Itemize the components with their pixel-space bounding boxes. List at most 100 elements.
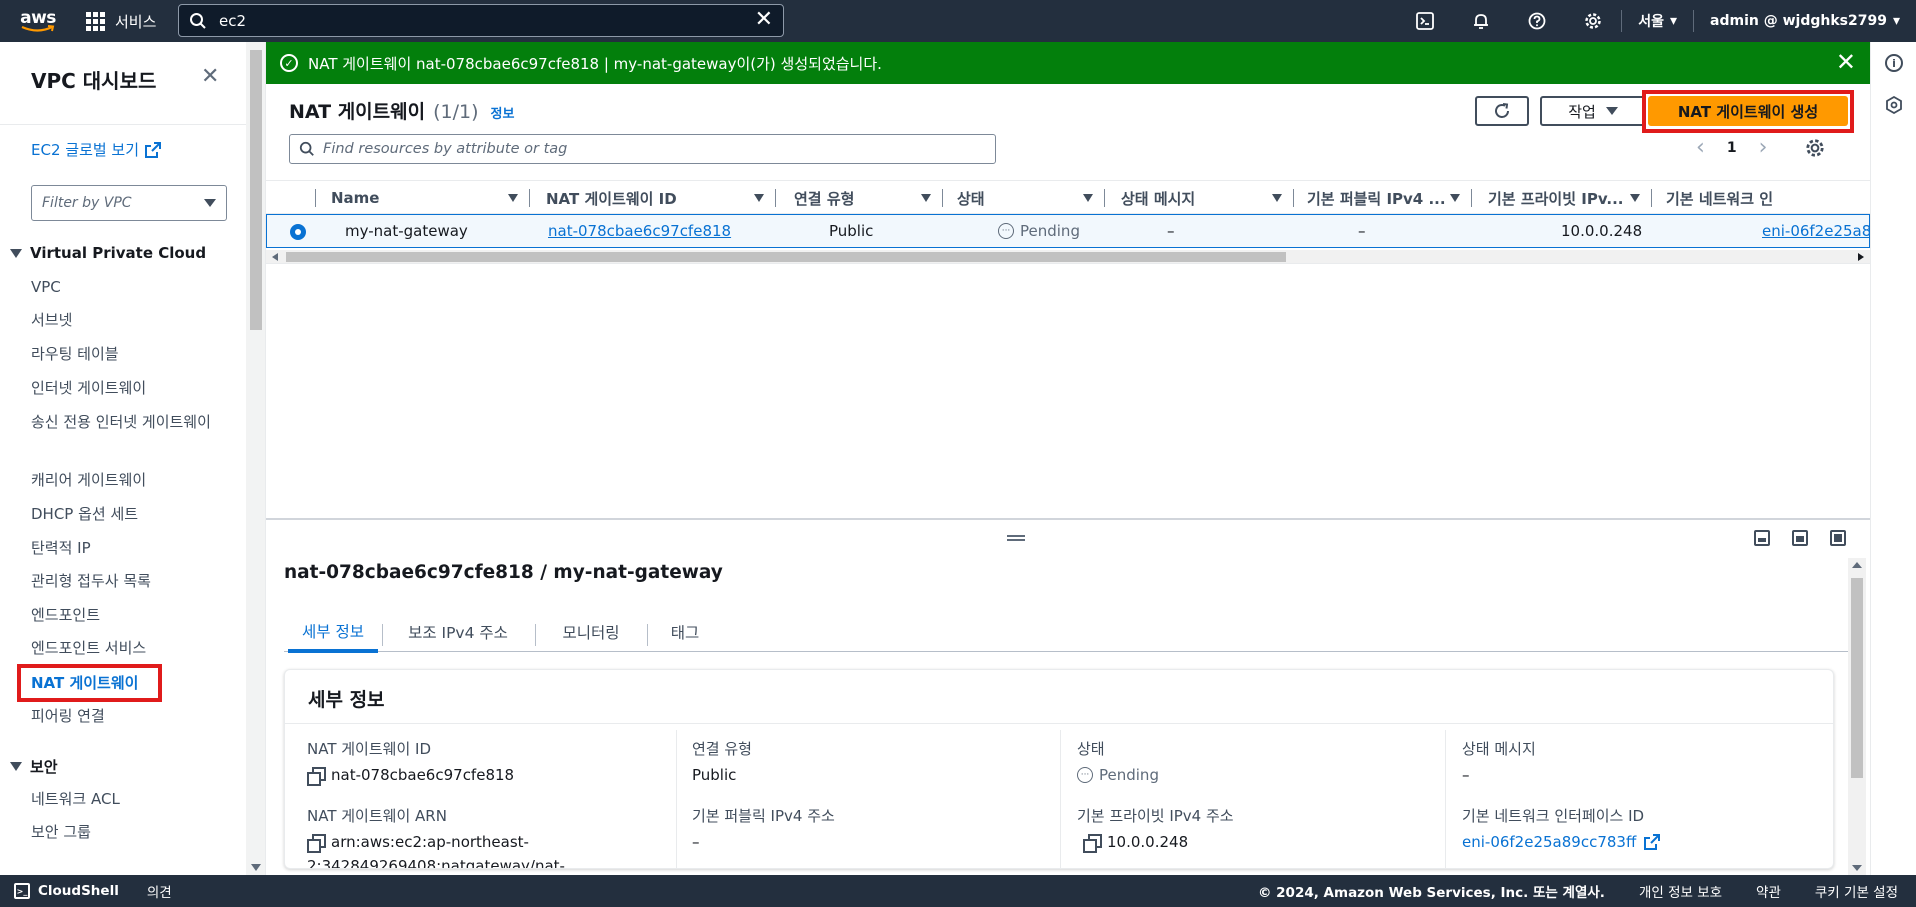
sidebar-item-carrier-gateways[interactable]: 캐리어 게이트웨이 (31, 468, 216, 492)
next-page-icon[interactable]: › (1759, 137, 1768, 159)
scroll-up-arrow-icon[interactable] (1852, 562, 1862, 568)
sidebar-item-peering[interactable]: 피어링 연결 (31, 704, 216, 728)
dismiss-flash-icon[interactable]: ✕ (1836, 50, 1856, 74)
eni-link[interactable]: eni-06f2e25a89cc783ff (1462, 830, 1661, 854)
row-select-radio[interactable] (290, 224, 306, 240)
section-virtual-private-cloud[interactable]: Virtual Private Cloud (10, 244, 206, 262)
footer-links: © 2024, Amazon Web Services, Inc. 또는 계열사… (1258, 875, 1898, 907)
copy-icon[interactable] (307, 767, 326, 786)
services-menu[interactable]: 서비스 (86, 11, 156, 32)
layout-bottom-small-icon[interactable] (1754, 530, 1770, 546)
global-search-input[interactable]: ec2 ✕ (178, 4, 784, 37)
column-header-connectivity-type[interactable]: 연결 유형 (776, 181, 943, 215)
success-flash-banner: ✓ NAT 게이트웨이 nat-078cbae6c97cfe818 | my-n… (266, 42, 1870, 84)
main-content: ✓ NAT 게이트웨이 nat-078cbae6c97cfe818 | my-n… (266, 42, 1870, 875)
section-security[interactable]: 보안 (10, 756, 58, 777)
cookie-preferences-link[interactable]: 쿠키 기본 설정 (1815, 881, 1898, 901)
column-header-public-ip[interactable]: 기본 퍼블릭 IPv4 ... (1294, 181, 1472, 215)
scroll-left-arrow-icon[interactable] (272, 253, 278, 261)
cloudshell-button[interactable]: >_ CloudShell (14, 883, 119, 899)
split-panel-layout-controls (1754, 530, 1846, 546)
sort-icon (508, 194, 518, 202)
sidebar-scrollbar[interactable] (246, 42, 266, 875)
settings-gear-icon[interactable] (1565, 0, 1621, 42)
caret-down-icon (204, 199, 216, 207)
caret-down-icon (10, 762, 22, 771)
close-sidebar-icon[interactable]: ✕ (201, 66, 219, 88)
account-menu[interactable]: admin @ wjdghks2799 ▾ (1694, 13, 1916, 29)
previous-page-icon[interactable]: ‹ (1696, 137, 1705, 159)
divider (0, 124, 246, 125)
sidebar-item-internet-gateways[interactable]: 인터넷 게이트웨이 (31, 376, 216, 400)
details-tabs: 세부 정보 보조 IPv4 주소 모니터링 태그 (284, 612, 1848, 653)
notifications-bell-icon[interactable] (1453, 0, 1509, 42)
sidebar-item-prefix-lists[interactable]: 관리형 접두사 목록 (31, 569, 216, 593)
copy-icon[interactable] (307, 834, 326, 853)
tab-tags[interactable]: 태그 (648, 612, 722, 652)
info-panel-icon[interactable]: i (1885, 54, 1903, 72)
feedback-link[interactable]: 의견 (147, 881, 172, 901)
resource-search-input[interactable]: Find resources by attribute or tag (289, 134, 996, 164)
column-header-name[interactable]: Name (316, 181, 530, 215)
section-label: Virtual Private Cloud (30, 244, 207, 262)
column-header-private-ip[interactable]: 기본 프라이빗 IPv... (1472, 181, 1652, 215)
cell-eni-link[interactable]: eni-06f2e25a89 (1762, 215, 1869, 247)
layout-bottom-medium-icon[interactable] (1792, 530, 1808, 546)
sidebar-item-security-groups[interactable]: 보안 그룹 (31, 820, 216, 844)
scroll-down-arrow-icon[interactable] (251, 864, 261, 871)
terms-link[interactable]: 약관 (1756, 881, 1781, 901)
page-number[interactable]: 1 (1727, 140, 1737, 156)
tab-details[interactable]: 세부 정보 (288, 612, 378, 653)
sidebar-item-route-tables[interactable]: 라우팅 테이블 (31, 342, 216, 366)
region-selector[interactable]: 서울 ▾ (1622, 11, 1693, 31)
section-label: 보안 (30, 758, 58, 776)
sidebar-item-egress-only-igw[interactable]: 송신 전용 인터넷 게이트웨이 (31, 410, 216, 434)
sidebar-item-vpc[interactable]: VPC (31, 275, 216, 299)
sidebar-item-network-acl[interactable]: 네트워크 ACL (31, 787, 216, 811)
column-header-nat-id[interactable]: NAT 게이트웨이 ID (530, 181, 776, 215)
refresh-button[interactable] (1475, 96, 1529, 126)
aws-logo[interactable]: aws (8, 0, 68, 42)
tab-secondary-ipv4[interactable]: 보조 IPv4 주소 (382, 612, 534, 652)
highlight-box-nat-nav (17, 664, 162, 702)
cell-name: my-nat-gateway (345, 222, 468, 240)
ec2-global-view-link[interactable]: EC2 글로벌 보기 (31, 139, 162, 160)
copy-icon[interactable] (1083, 834, 1102, 853)
table-horizontal-scrollbar[interactable] (266, 250, 1870, 264)
footer: >_ CloudShell 의견 © 2024, Amazon Web Serv… (0, 875, 1916, 907)
cell-nat-id-link[interactable]: nat-078cbae6c97cfe818 (548, 215, 731, 247)
table-settings-gear-icon[interactable] (1805, 138, 1825, 158)
actions-dropdown-button[interactable]: 작업 (1540, 96, 1646, 126)
scrollbar-thumb[interactable] (1851, 578, 1863, 778)
vpc-filter-select[interactable]: Filter by VPC (31, 185, 227, 221)
column-header-state[interactable]: 상태 (943, 181, 1105, 215)
table-row[interactable]: my-nat-gateway nat-078cbae6c97cfe818 Pub… (266, 214, 1870, 248)
help-icon[interactable] (1509, 0, 1565, 42)
table-header: NAT 게이트웨이 (1/1) 정보 (289, 97, 514, 124)
field-public-ip: 기본 퍼블릭 IPv4 주소 – (692, 805, 835, 854)
sidebar-item-endpoints[interactable]: 엔드포인트 (31, 603, 216, 627)
field-value-continued: 2:342849269408:natgateway/nat- (307, 857, 565, 869)
resource-hexagon-icon[interactable] (1885, 96, 1903, 114)
column-header-eni[interactable]: 기본 네트워크 인 (1652, 181, 1870, 215)
cloudshell-icon[interactable] (1397, 0, 1453, 42)
scroll-right-arrow-icon[interactable] (1858, 253, 1864, 261)
layout-full-icon[interactable] (1830, 530, 1846, 546)
details-vertical-scrollbar[interactable] (1848, 558, 1866, 875)
split-panel-divider[interactable] (266, 518, 1870, 520)
pagination: ‹ 1 › (1696, 137, 1825, 159)
sidebar-item-endpoint-services[interactable]: 엔드포인트 서비스 (31, 636, 216, 660)
column-header-state-message[interactable]: 상태 메시지 (1105, 181, 1294, 215)
sidebar-item-dhcp-options[interactable]: DHCP 옵션 세트 (31, 502, 216, 526)
clear-search-icon[interactable]: ✕ (755, 9, 773, 31)
sidebar-item-elastic-ip[interactable]: 탄력적 IP (31, 536, 216, 560)
sidebar-item-subnets[interactable]: 서브넷 (31, 308, 216, 332)
scrollbar-thumb[interactable] (286, 252, 1286, 262)
grid-icon (86, 11, 105, 31)
tab-monitoring[interactable]: 모니터링 (536, 612, 646, 652)
privacy-link[interactable]: 개인 정보 보호 (1639, 881, 1722, 901)
scrollbar-thumb[interactable] (250, 50, 262, 330)
drag-handle-icon[interactable] (1007, 535, 1025, 541)
info-link[interactable]: 정보 (491, 103, 515, 122)
scroll-down-arrow-icon[interactable] (1852, 865, 1862, 871)
